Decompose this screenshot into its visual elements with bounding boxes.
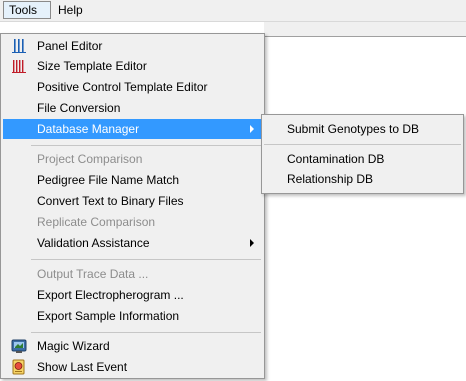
menu-item-label: Database Manager (37, 122, 140, 136)
menu-item-label: Magic Wizard (37, 339, 110, 353)
menu-item-pedigree-file-name-match[interactable]: Pedigree File Name Match (3, 170, 261, 190)
menu-item-export-electropherogram[interactable]: Export Electropherogram ... (3, 285, 261, 305)
menu-item-positive-control-template-editor[interactable]: Positive Control Template Editor (3, 77, 261, 97)
menu-item-replicate-comparison: Replicate Comparison (3, 212, 261, 232)
menu-item-panel-editor[interactable]: Panel Editor (3, 36, 261, 56)
menu-item-label: Output Trace Data ... (37, 267, 149, 281)
menu-item-label: Validation Assistance (37, 236, 150, 250)
menu-help[interactable]: Help (53, 1, 93, 19)
database-manager-submenu: Submit Genotypes to DB Contamination DB … (261, 114, 464, 194)
menu-separator (264, 144, 461, 145)
menu-bar: Tools Help (0, 0, 466, 22)
submenu-item-contamination-db[interactable]: Contamination DB (264, 149, 461, 169)
submenu-item-label: Relationship DB (287, 172, 374, 186)
menu-item-export-sample-information[interactable]: Export Sample Information (3, 306, 261, 326)
menu-item-label: Panel Editor (37, 39, 103, 53)
menu-item-show-last-event[interactable]: Show Last Event (3, 357, 261, 377)
menu-item-validation-assistance[interactable]: Validation Assistance (3, 233, 261, 253)
menu-item-label: Convert Text to Binary Files (37, 194, 184, 208)
submenu-arrow-icon (250, 239, 254, 247)
menu-item-label: Size Template Editor (37, 59, 147, 73)
submenu-item-relationship-db[interactable]: Relationship DB (264, 169, 461, 189)
menu-item-label: File Conversion (37, 101, 121, 115)
menu-item-label: Pedigree File Name Match (37, 173, 180, 187)
menu-item-label: Project Comparison (37, 152, 143, 166)
tools-dropdown-menu: Panel Editor Size Template Editor Positi… (0, 33, 265, 379)
submenu-item-submit-genotypes[interactable]: Submit Genotypes to DB (264, 119, 461, 139)
magic-wizard-icon (11, 339, 27, 353)
menu-item-project-comparison: Project Comparison (3, 149, 261, 169)
menu-item-output-trace-data: Output Trace Data ... (3, 264, 261, 284)
menu-item-label: Export Electropherogram ... (37, 288, 184, 302)
submenu-item-label: Submit Genotypes to DB (287, 122, 420, 136)
menu-separator (31, 332, 261, 333)
menu-tools[interactable]: Tools (3, 1, 51, 19)
menu-item-label: Show Last Event (37, 360, 128, 374)
panel-editor-icon (12, 39, 26, 53)
toolbar-strip (264, 22, 466, 37)
menu-item-label: Positive Control Template Editor (37, 80, 208, 94)
show-last-event-icon (12, 359, 25, 375)
menu-item-size-template-editor[interactable]: Size Template Editor (3, 56, 261, 76)
menu-item-convert-text-to-binary[interactable]: Convert Text to Binary Files (3, 191, 261, 211)
submenu-arrow-icon (250, 125, 254, 133)
menu-item-database-manager[interactable]: Database Manager (3, 119, 261, 139)
menu-separator (31, 145, 261, 146)
size-template-icon (12, 60, 26, 73)
menu-separator (31, 259, 261, 260)
menu-item-magic-wizard[interactable]: Magic Wizard (3, 336, 261, 356)
submenu-item-label: Contamination DB (287, 152, 385, 166)
menu-item-label: Replicate Comparison (37, 215, 156, 229)
menu-item-label: Export Sample Information (37, 309, 180, 323)
menu-item-file-conversion[interactable]: File Conversion (3, 98, 261, 118)
